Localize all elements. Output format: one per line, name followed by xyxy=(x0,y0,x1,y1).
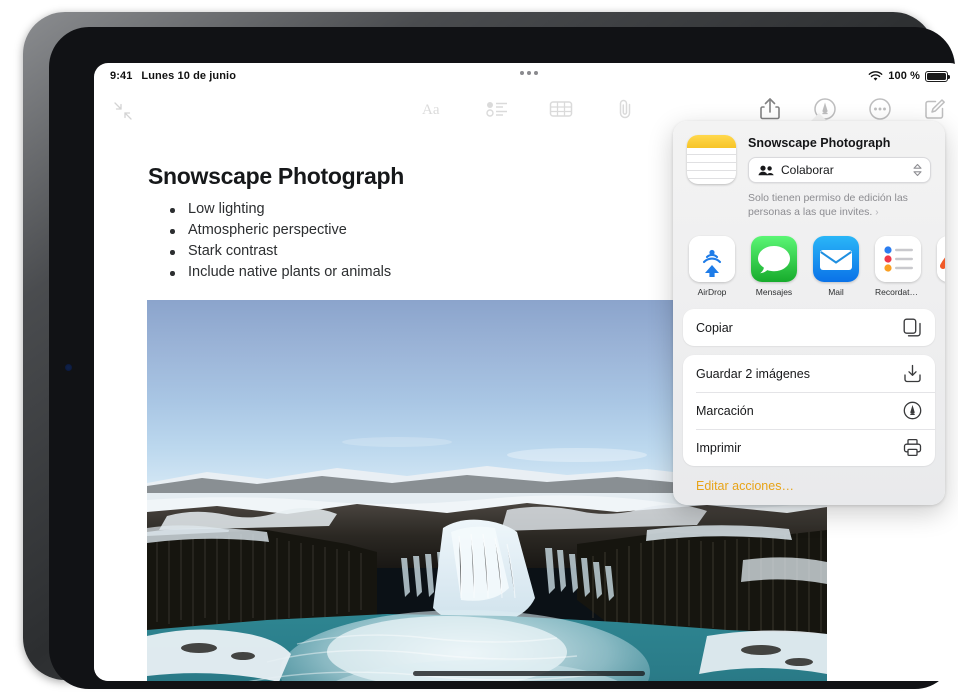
more-ellipsis-icon[interactable] xyxy=(865,94,895,124)
checklist-icon[interactable] xyxy=(482,94,512,124)
permission-note[interactable]: Solo tienen permiso de edición las perso… xyxy=(748,191,931,220)
ipad-screen: 9:41 Lunes 10 de junio xyxy=(94,63,958,681)
action-guardar-imagenes[interactable]: Guardar 2 imágenes xyxy=(683,355,935,392)
share-sheet-header: Snowscape Photograph xyxy=(673,121,945,230)
ipad-bezel: 9:41 Lunes 10 de junio xyxy=(49,27,955,689)
screenshot-root: 9:41 Lunes 10 de junio xyxy=(0,0,958,692)
share-target-label: Mail xyxy=(813,287,859,297)
wifi-icon xyxy=(868,71,883,82)
share-target-airdrop[interactable]: AirDrop xyxy=(689,236,735,297)
table-icon[interactable] xyxy=(546,94,576,124)
list-item: Atmospheric perspective xyxy=(166,220,391,241)
save-download-icon xyxy=(903,364,922,383)
ipad-device-frame: 9:41 Lunes 10 de junio xyxy=(23,12,935,680)
collapse-arrows-icon[interactable] xyxy=(110,98,136,124)
share-target-label: Fr xyxy=(937,287,945,297)
chevron-right-icon: › xyxy=(875,207,878,218)
toolbar-right-actions xyxy=(755,94,950,124)
action-marcacion[interactable]: Marcación xyxy=(683,392,935,429)
copy-icon xyxy=(903,318,922,337)
format-aa-icon[interactable]: Aa xyxy=(418,94,448,124)
page-title: Snowscape Photograph xyxy=(148,163,404,190)
collaborate-dropdown[interactable]: Colaborar xyxy=(748,157,931,183)
action-label: Guardar 2 imágenes xyxy=(696,367,810,381)
share-target-label: AirDrop xyxy=(689,287,735,297)
share-target-messages[interactable]: Mensajes xyxy=(751,236,797,297)
action-label: Copiar xyxy=(696,321,733,335)
battery-percent-label: 100 % xyxy=(888,70,920,82)
share-actions-group-2: Guardar 2 imágenes Marcación xyxy=(683,355,935,466)
messages-icon xyxy=(751,236,797,282)
share-target-freeform[interactable]: Fr xyxy=(937,236,945,297)
list-item: Stark contrast xyxy=(166,241,391,262)
front-camera-indicator xyxy=(65,364,72,371)
share-icon[interactable] xyxy=(755,94,785,124)
freeform-icon xyxy=(937,236,945,282)
compose-icon[interactable] xyxy=(920,94,950,124)
collaborate-label: Colaborar xyxy=(781,163,906,177)
printer-icon xyxy=(903,438,922,457)
action-label: Imprimir xyxy=(696,441,741,455)
paperclip-icon[interactable] xyxy=(610,94,640,124)
svg-text:Aa: Aa xyxy=(422,102,440,118)
permission-note-text: Solo tienen permiso de edición las perso… xyxy=(748,192,908,218)
status-date: Lunes 10 de junio xyxy=(141,70,236,82)
status-bar: 9:41 Lunes 10 de junio xyxy=(94,63,958,89)
share-target-mail[interactable]: Mail xyxy=(813,236,859,297)
share-document-title: Snowscape Photograph xyxy=(748,136,931,150)
mail-icon xyxy=(813,236,859,282)
status-time: 9:41 xyxy=(110,70,132,82)
people-group-icon xyxy=(758,165,774,176)
share-target-label: Recordatorios xyxy=(875,287,921,297)
share-target-label: Mensajes xyxy=(751,287,797,297)
action-copiar[interactable]: Copiar xyxy=(683,309,935,346)
share-sheet-header-text: Snowscape Photograph xyxy=(748,135,931,220)
share-actions-group-1: Copiar xyxy=(683,309,935,346)
toolbar-center-tools: Aa xyxy=(418,94,640,124)
share-sheet: Snowscape Photograph xyxy=(673,121,945,505)
multitasking-dots-icon[interactable] xyxy=(520,71,538,75)
action-label: Marcación xyxy=(696,404,754,418)
chevron-up-down-icon xyxy=(913,163,922,177)
share-targets-row[interactable]: AirDrop xyxy=(673,230,945,309)
reminders-icon xyxy=(875,236,921,282)
markup-pen-icon xyxy=(903,401,922,420)
status-bar-left: 9:41 Lunes 10 de junio xyxy=(110,70,236,82)
note-bullet-list: Low lighting Atmospheric perspective Sta… xyxy=(166,199,391,283)
status-bar-right: 100 % xyxy=(868,70,948,82)
share-target-reminders[interactable]: Recordatorios xyxy=(875,236,921,297)
edit-actions-button[interactable]: Editar acciones… xyxy=(673,475,945,495)
notes-app-icon xyxy=(687,135,736,184)
battery-icon xyxy=(925,71,948,82)
list-item: Low lighting xyxy=(166,199,391,220)
airdrop-icon xyxy=(689,236,735,282)
list-item: Include native plants or animals xyxy=(166,262,391,283)
home-indicator[interactable] xyxy=(413,671,645,676)
action-imprimir[interactable]: Imprimir xyxy=(683,429,935,466)
